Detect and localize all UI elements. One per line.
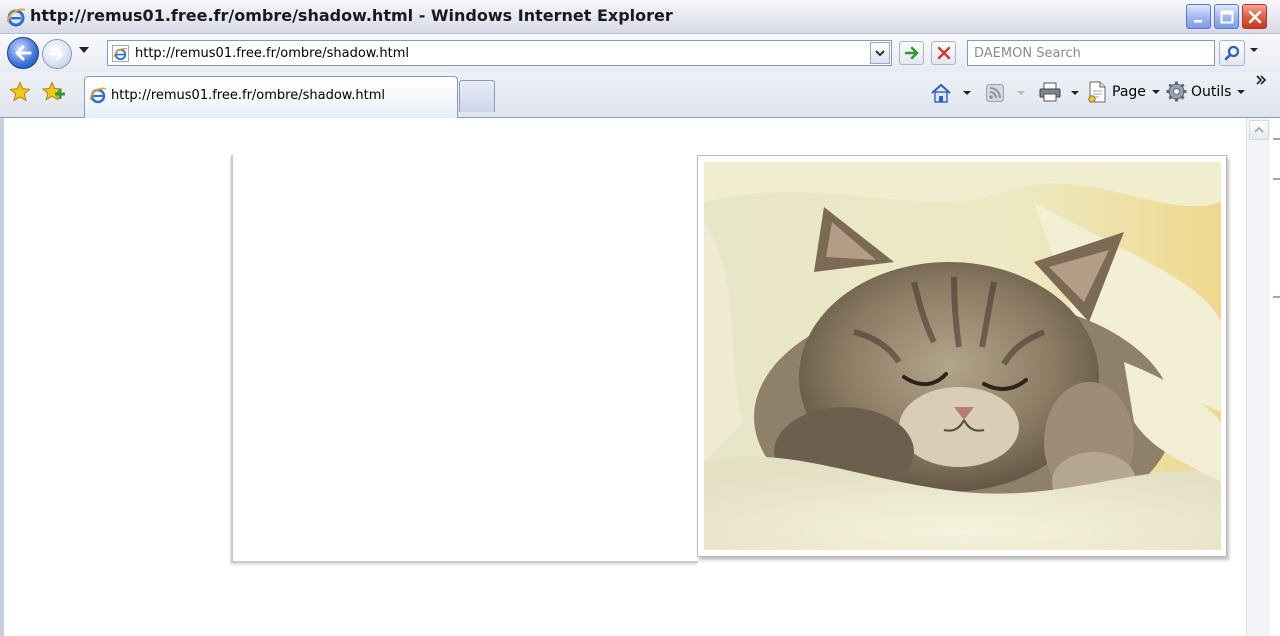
chevron-up-icon [1254,127,1264,133]
home-button[interactable] [930,82,952,104]
minimize-icon [1193,19,1202,22]
gear-icon [1166,81,1187,102]
title-bar: http://remus01.free.fr/ombre/shadow.html… [0,0,1280,34]
window-edge [1270,118,1280,636]
ie-logo-icon [89,87,107,104]
chevron-down-icon [1017,91,1025,95]
tab-shadow-page[interactable]: http://remus01.free.fr/ombre/shadow.html [84,76,458,118]
edge-mark [1273,138,1280,140]
favorites-star-icon[interactable] [9,81,31,103]
maximize-button[interactable] [1214,4,1239,29]
home-icon [931,83,951,103]
tools-menu-label: Outils [1191,83,1232,100]
print-dropdown[interactable] [1071,91,1079,95]
add-favorites-icon[interactable] [42,81,66,103]
printer-icon [1039,82,1061,102]
chevron-down-icon [1250,48,1258,52]
search-options-dropdown[interactable] [1250,48,1258,52]
new-tab-button[interactable] [459,80,495,112]
close-icon [1248,10,1261,23]
navigation-bar: http://remus01.free.fr/ombre/shadow.html [0,34,1280,72]
recent-pages-dropdown[interactable] [79,47,89,53]
address-bar[interactable]: http://remus01.free.fr/ombre/shadow.html [107,40,892,66]
page-menu-label: Page [1112,84,1146,100]
chevron-down-icon [1237,89,1246,94]
ie-logo-icon [7,8,26,27]
close-button[interactable] [1242,4,1267,29]
window-title: http://remus01.free.fr/ombre/shadow.html… [30,6,673,25]
chevron-down-icon [1151,90,1160,94]
maximize-icon [1220,10,1233,23]
go-button[interactable] [899,41,924,65]
chevron-down-icon [963,91,971,95]
back-button[interactable] [7,37,39,69]
magnifier-icon [1224,45,1240,61]
search-button[interactable] [1219,40,1245,66]
tools-menu-button[interactable]: Outils [1166,81,1246,102]
sleeping-kitten-photo [704,162,1221,550]
page-menu-button[interactable]: Page [1088,81,1160,103]
rss-feed-icon [986,84,1004,102]
kitten-illustration [704,162,1221,550]
chevron-down-icon [79,47,89,53]
minimize-button[interactable] [1186,4,1211,29]
photo-frame [697,155,1227,557]
scroll-up-button[interactable] [1249,120,1269,140]
feeds-dropdown[interactable] [1017,91,1025,95]
vertical-scrollbar[interactable] [1246,118,1270,636]
search-input[interactable] [968,41,1214,65]
stop-button[interactable] [931,41,956,65]
shadow-box [231,155,698,563]
print-button[interactable] [1039,82,1061,102]
tab-label: http://remus01.free.fr/ombre/shadow.html [111,88,385,103]
chevron-down-icon [1071,91,1079,95]
go-arrow-icon [904,46,918,60]
home-dropdown[interactable] [963,91,971,95]
feeds-button[interactable] [986,84,1004,102]
page-ie-icon [112,45,129,62]
chevron-double-right-icon [1256,75,1267,85]
stop-x-icon [937,46,950,60]
edge-mark [1273,178,1280,180]
chevron-down-icon [875,49,885,56]
forward-arrow-icon [49,47,64,61]
address-dropdown-button[interactable] [870,42,890,64]
edge-mark [1273,296,1280,298]
page-icon [1088,81,1106,103]
search-box[interactable] [967,40,1215,66]
forward-button[interactable] [42,39,72,69]
address-text[interactable]: http://remus01.free.fr/ombre/shadow.html [135,46,409,61]
back-arrow-icon [15,45,32,61]
command-bar: http://remus01.free.fr/ombre/shadow.html [0,72,1280,118]
toolbar-overflow-button[interactable] [1255,74,1267,86]
